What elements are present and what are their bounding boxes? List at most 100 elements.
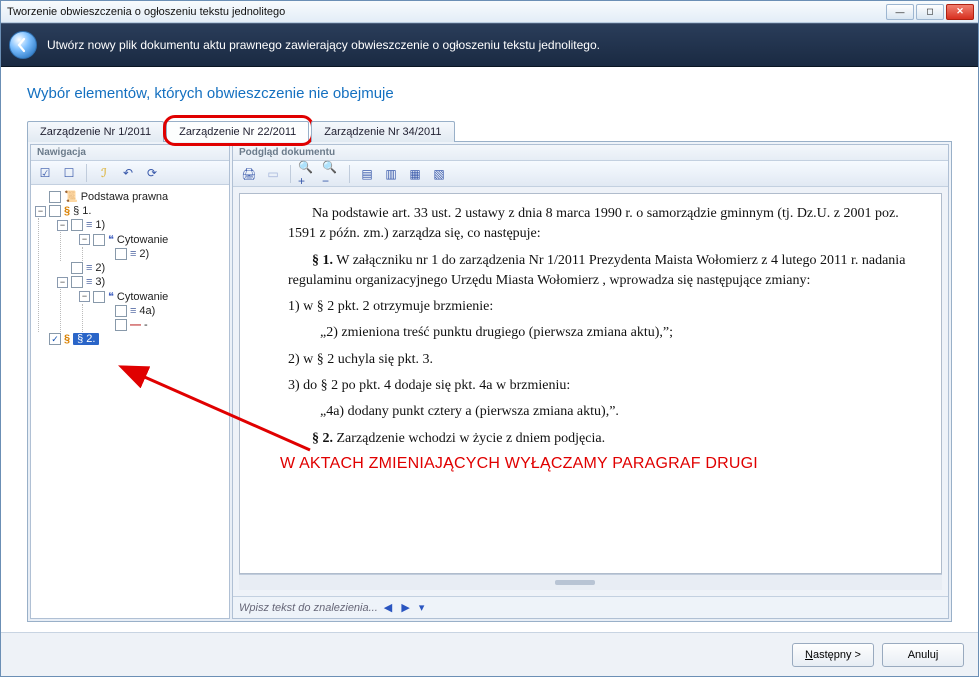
quote-icon: ❝	[108, 233, 114, 246]
doc-p2-label: § 1.	[312, 253, 333, 268]
tree-cytowanie-2[interactable]: − ❝ Cytowanie	[77, 289, 227, 304]
section-icon: §	[64, 205, 70, 217]
checkbox[interactable]	[71, 262, 83, 274]
header-icon	[9, 31, 37, 59]
doc-p8-text: Zarządzenie wchodzi w życie z dniem podj…	[333, 431, 605, 446]
checkbox[interactable]	[93, 234, 105, 246]
page-heading: Wybór elementów, których obwieszczenie n…	[27, 85, 952, 102]
tree-label: Cytowanie	[117, 291, 168, 303]
content-area: Wybór elementów, których obwieszczenie n…	[1, 67, 978, 632]
checkbox-checked[interactable]: ✓	[49, 333, 61, 345]
uncheck-all-icon[interactable]: ☐	[59, 163, 79, 183]
tree-dash[interactable]: — -	[99, 318, 227, 332]
doc-p8: § 2. Zarządzenie wchodzi w życie z dniem…	[288, 429, 927, 449]
refresh-icon[interactable]: ⟳	[142, 163, 162, 183]
minus-icon: —	[130, 319, 141, 331]
document-toolbar: 🖨 ▭ 🔍+ 🔍− ▤ ▥ ▦ ▧	[233, 161, 948, 187]
collapse-icon[interactable]: −	[57, 220, 68, 231]
layout-2-icon[interactable]: ▥	[381, 164, 401, 184]
wand-icon[interactable]: ℐ	[94, 163, 114, 183]
header-text: Utwórz nowy plik dokumentu aktu prawnego…	[47, 38, 600, 52]
document-body[interactable]: Na podstawie art. 33 ust. 2 ustawy z dni…	[239, 193, 942, 574]
checkbox[interactable]	[49, 191, 61, 203]
collapse-icon[interactable]: −	[79, 234, 90, 245]
doc-p5: 2) w § 2 uchyla się pkt. 3.	[288, 350, 927, 370]
next-button-rest: astępny >	[813, 649, 861, 661]
doc-p3: 1) w § 2 pkt. 2 otrzymuje brzmienie:	[288, 297, 927, 317]
quote-icon: ❝	[108, 290, 114, 303]
zoom-in-icon[interactable]: 🔍+	[298, 164, 318, 184]
layout-3-icon[interactable]: ▦	[405, 164, 425, 184]
panels-row: Nawigacja ☑ ☐ ℐ ↶ ⟳ 📜 Podstaw	[27, 142, 952, 622]
tab-zarzadzenie-34-2011[interactable]: Zarządzenie Nr 34/2011	[311, 121, 454, 142]
checkbox[interactable]	[49, 205, 61, 217]
tree-label-selected: § 2.	[73, 333, 99, 345]
checkbox[interactable]	[115, 319, 127, 331]
tree-label: Podstawa prawna	[81, 191, 168, 203]
tree-label: 3)	[95, 276, 105, 288]
search-placeholder[interactable]: Wpisz tekst do znalezienia...	[239, 602, 378, 614]
tree-label: 2)	[95, 262, 105, 274]
horizontal-scrollbar[interactable]	[239, 574, 942, 590]
list-icon: ≡	[130, 305, 136, 317]
tree-s2[interactable]: ✓ § § 2.	[33, 332, 227, 346]
doc-p7: „4a) dodany punkt cztery a (pierwsza zmi…	[288, 402, 927, 422]
tree-label: 1)	[95, 219, 105, 231]
layout-4-icon[interactable]: ▧	[429, 164, 449, 184]
page-icon[interactable]: ▭	[263, 164, 283, 184]
doc-p2-text: W załączniku nr 1 do zarządzenia Nr 1/20…	[288, 253, 905, 288]
tab-zarzadzenie-22-2011[interactable]: Zarządzenie Nr 22/2011	[166, 121, 309, 142]
search-nav-icons[interactable]: ◀ ▶ ▾	[384, 601, 428, 614]
collapse-icon[interactable]: −	[57, 277, 68, 288]
tree-4a[interactable]: ≡ 4a)	[99, 304, 227, 318]
cancel-button[interactable]: Anuluj	[882, 643, 964, 667]
zoom-out-icon[interactable]: 🔍−	[322, 164, 342, 184]
collapse-icon[interactable]: −	[79, 291, 90, 302]
checkbox[interactable]	[71, 219, 83, 231]
tree-s1[interactable]: − § § 1.	[33, 204, 227, 218]
tree-1[interactable]: − ≡ 1)	[55, 218, 227, 232]
collapse-icon[interactable]: −	[35, 206, 46, 217]
check-all-icon[interactable]: ☑	[35, 163, 55, 183]
list-icon: ≡	[130, 248, 136, 260]
tree-label: 4a)	[139, 305, 155, 317]
tree-cytowanie-1[interactable]: − ❝ Cytowanie	[77, 232, 227, 247]
tree-root[interactable]: 📜 Podstawa prawna	[33, 189, 227, 204]
annotation-text: W AKTACH ZMIENIAJĄCYCH WYŁĄCZAMY PARAGRA…	[280, 452, 931, 475]
print-icon[interactable]: 🖨	[239, 164, 259, 184]
list-icon: ≡	[86, 276, 92, 288]
tree: 📜 Podstawa prawna − § § 1.	[31, 185, 229, 618]
tabs: Zarządzenie Nr 1/2011 Zarządzenie Nr 22/…	[27, 120, 952, 142]
minimize-button[interactable]: —	[886, 4, 914, 20]
tree-2[interactable]: ≡ 2)	[55, 261, 227, 275]
tree-3[interactable]: − ≡ 3)	[55, 275, 227, 289]
tree-label: 2)	[139, 248, 149, 260]
maximize-button[interactable]: ◻	[916, 4, 944, 20]
doc-p2: § 1. W załączniku nr 1 do zarządzenia Nr…	[288, 251, 927, 292]
section-icon: §	[64, 333, 70, 345]
navigation-title: Nawigacja	[31, 145, 229, 161]
window-controls: — ◻ ✕	[886, 4, 974, 20]
dialog-window: Tworzenie obwieszczenia o ogłoszeniu tek…	[0, 0, 979, 677]
header-banner: Utwórz nowy plik dokumentu aktu prawnego…	[1, 23, 978, 67]
checkbox[interactable]	[71, 276, 83, 288]
document-panel: Podgląd dokumentu 🖨 ▭ 🔍+ 🔍− ▤ ▥ ▦ ▧ Na p…	[232, 144, 949, 619]
next-button[interactable]: Następny >	[792, 643, 874, 667]
doc-p1: Na podstawie art. 33 ust. 2 ustawy z dni…	[288, 204, 927, 245]
doc-p6: 3) do § 2 po pkt. 4 dodaje się pkt. 4a w…	[288, 376, 927, 396]
doc-p8-label: § 2.	[312, 431, 333, 446]
list-icon: ≡	[86, 262, 92, 274]
checkbox[interactable]	[115, 248, 127, 260]
tree-label: § 1.	[73, 205, 91, 217]
doc-p4: „2) zmieniona treść punktu drugiego (pie…	[288, 323, 927, 343]
close-button[interactable]: ✕	[946, 4, 974, 20]
checkbox[interactable]	[93, 291, 105, 303]
titlebar: Tworzenie obwieszczenia o ogłoszeniu tek…	[1, 1, 978, 23]
tab-zarzadzenie-1-2011[interactable]: Zarządzenie Nr 1/2011	[27, 121, 164, 142]
layout-1-icon[interactable]: ▤	[357, 164, 377, 184]
checkbox[interactable]	[115, 305, 127, 317]
refresh-left-icon[interactable]: ↶	[118, 163, 138, 183]
navigation-panel: Nawigacja ☑ ☐ ℐ ↶ ⟳ 📜 Podstaw	[30, 144, 230, 619]
tab-label: Zarządzenie Nr 34/2011	[324, 126, 441, 138]
tree-1-2[interactable]: ≡ 2)	[99, 247, 227, 261]
